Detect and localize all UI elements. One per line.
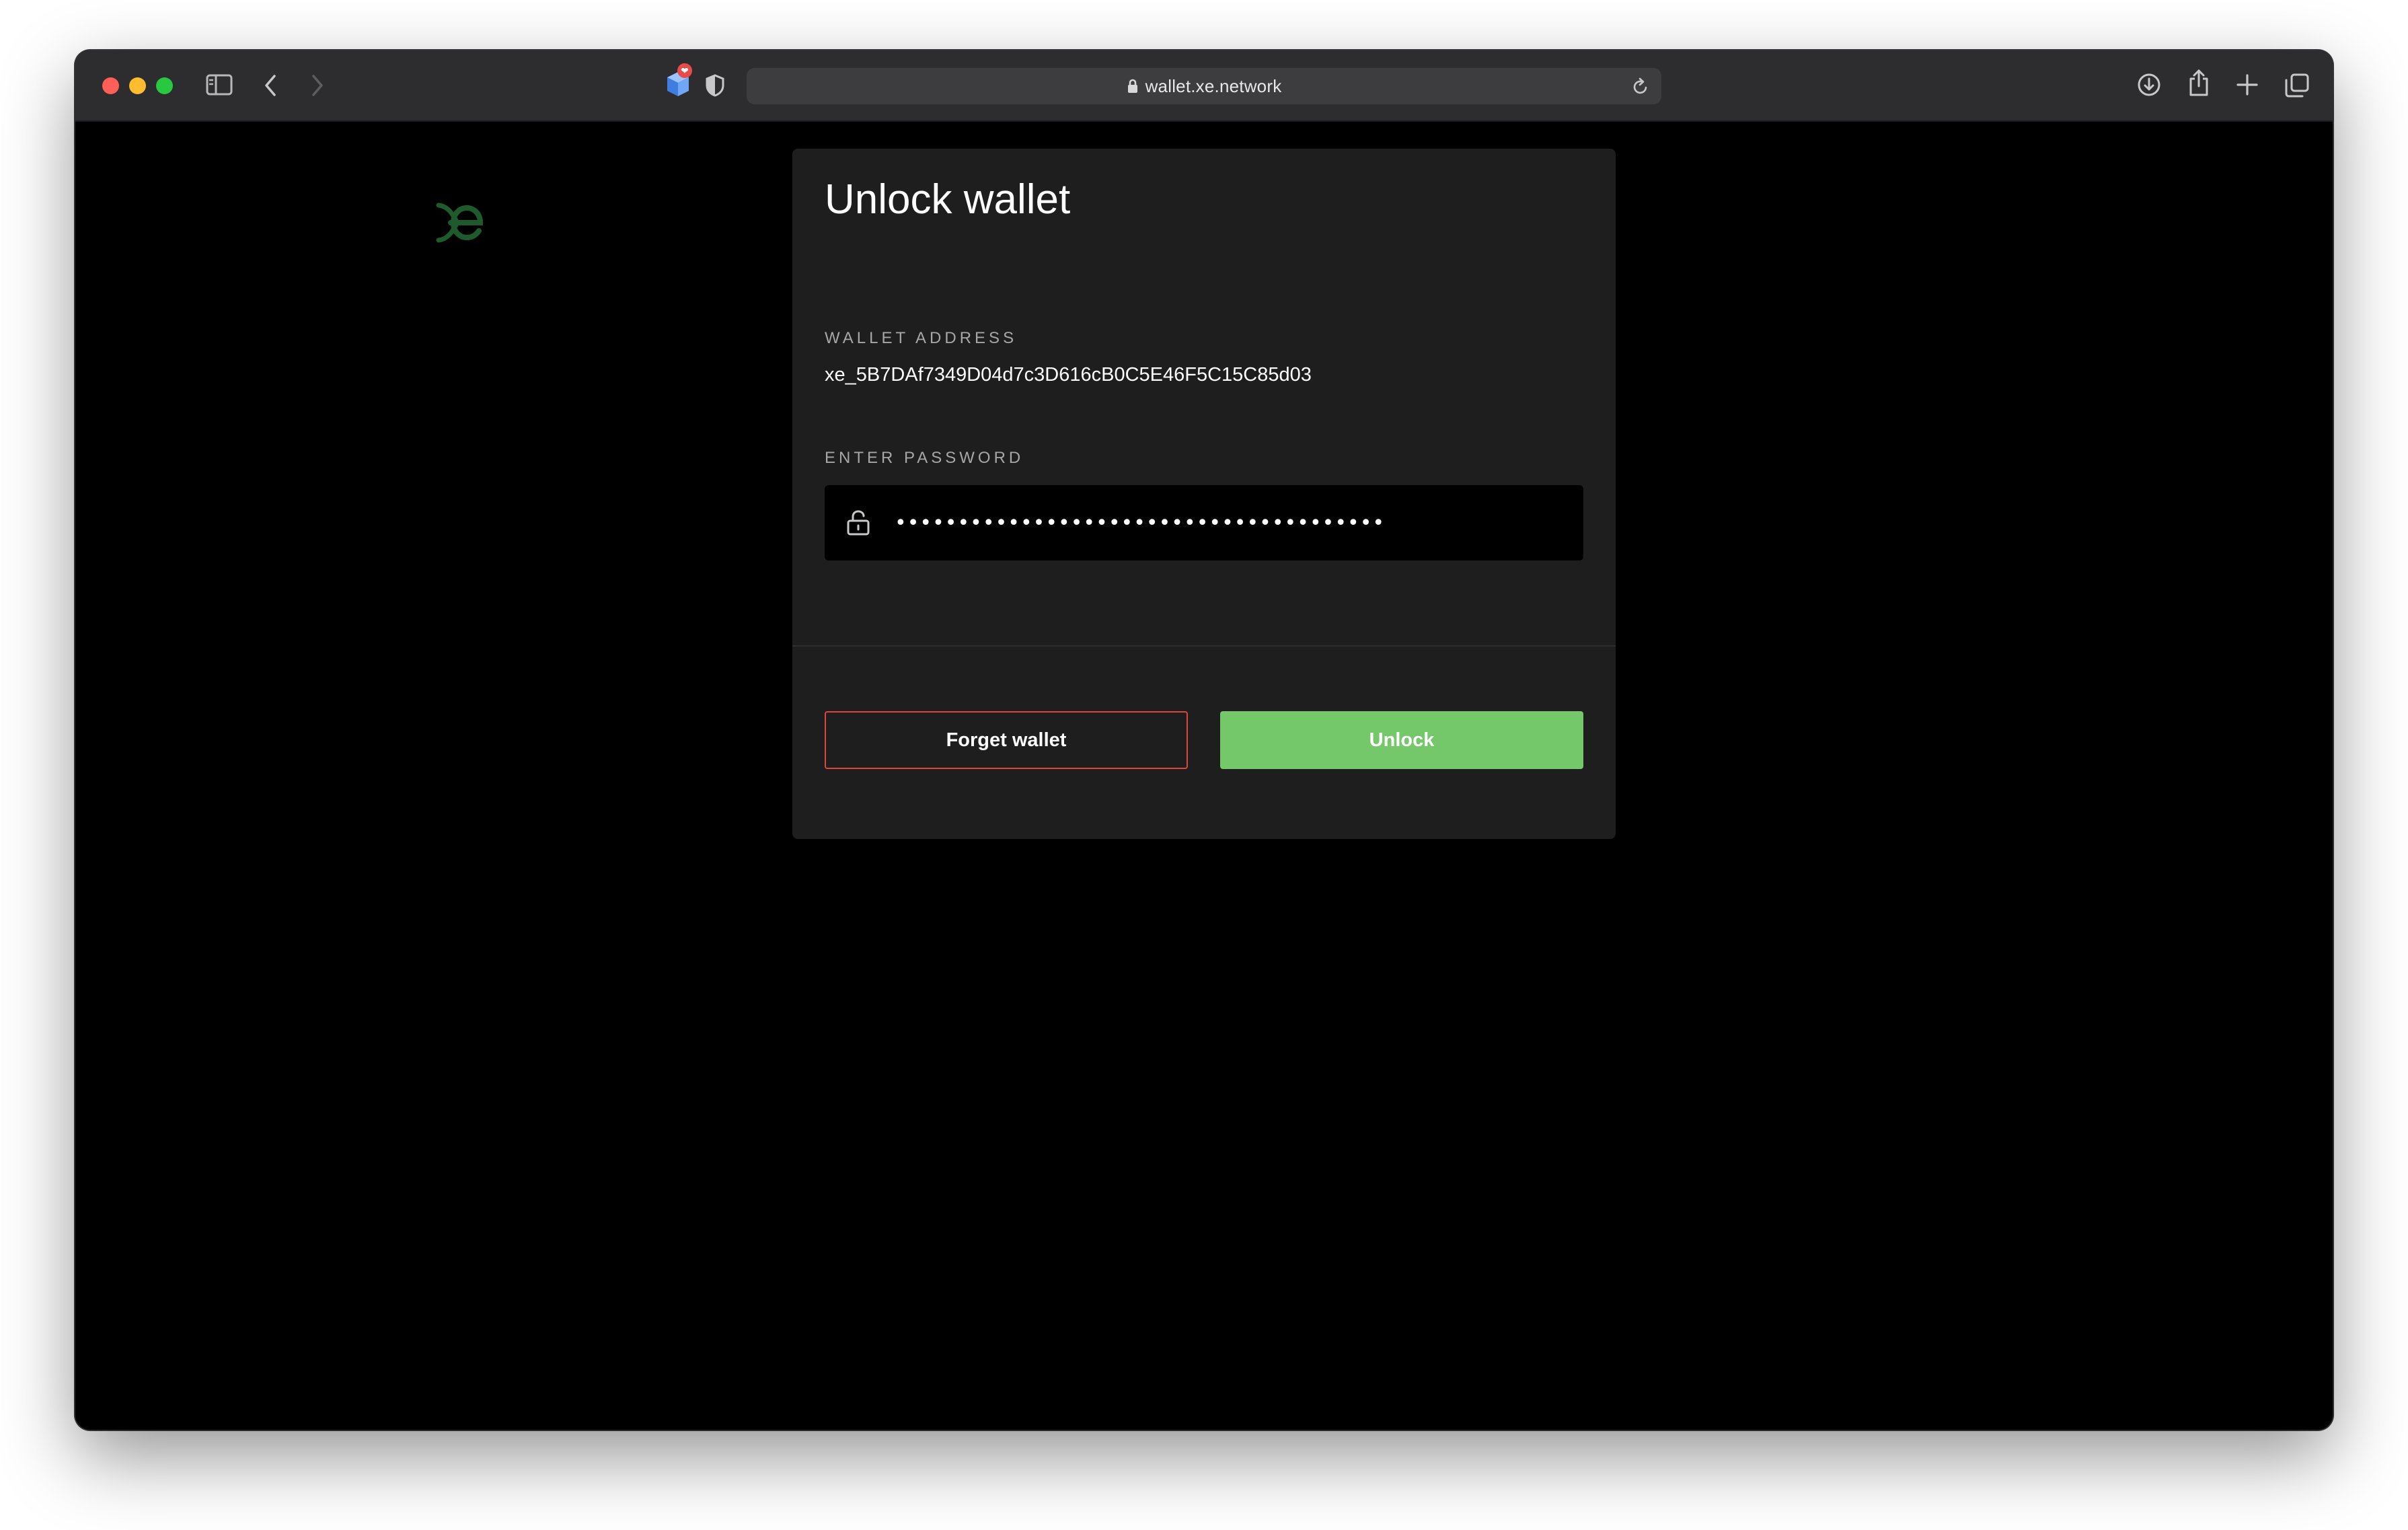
share-icon[interactable] (2187, 68, 2210, 98)
download-icon[interactable] (2136, 72, 2162, 98)
url-text: wallet.xe.network (1145, 75, 1282, 96)
browser-toolbar: ❤ wallet.xe.network (75, 50, 2333, 122)
sidebar-icon[interactable] (206, 73, 233, 96)
wallet-address-label: WALLET ADDRESS (825, 329, 1018, 347)
minimize-window-button[interactable] (129, 77, 146, 94)
password-input[interactable] (895, 485, 1554, 560)
unlocked-padlock-icon (845, 509, 872, 540)
plus-icon[interactable] (2236, 73, 2259, 96)
address-bar[interactable]: wallet.xe.network (747, 68, 1661, 104)
tabs-icon[interactable] (2284, 73, 2310, 98)
shield-icon[interactable] (705, 73, 725, 98)
close-window-button[interactable] (102, 77, 119, 94)
password-field[interactable] (825, 485, 1583, 560)
password-label: ENTER PASSWORD (825, 449, 1024, 467)
extension-badge: ❤ (681, 66, 689, 77)
xe-logo[interactable] (433, 203, 487, 246)
page-content: Unlock wallet WALLET ADDRESS xe_5B7DAf73… (75, 122, 2333, 1430)
unlock-button[interactable]: Unlock (1220, 711, 1583, 769)
chevron-right-icon[interactable] (309, 73, 326, 98)
wallet-address-value: xe_5B7DAf7349D04d7c3D616cB0C5E46F5C15C85… (825, 364, 1312, 386)
card-divider (792, 645, 1616, 647)
forget-wallet-button[interactable]: Forget wallet (825, 711, 1188, 769)
zoom-window-button[interactable] (156, 77, 173, 94)
browser-window: ❤ wallet.xe.network Unlock wallet WALLET… (75, 50, 2333, 1430)
cube-icon[interactable]: ❤ (654, 63, 694, 106)
chevron-left-icon[interactable] (262, 73, 278, 98)
page-title: Unlock wallet (825, 176, 1071, 223)
lock-icon (1127, 79, 1139, 94)
reload-icon[interactable] (1632, 77, 1649, 100)
unlock-wallet-card: Unlock wallet WALLET ADDRESS xe_5B7DAf73… (792, 149, 1616, 839)
